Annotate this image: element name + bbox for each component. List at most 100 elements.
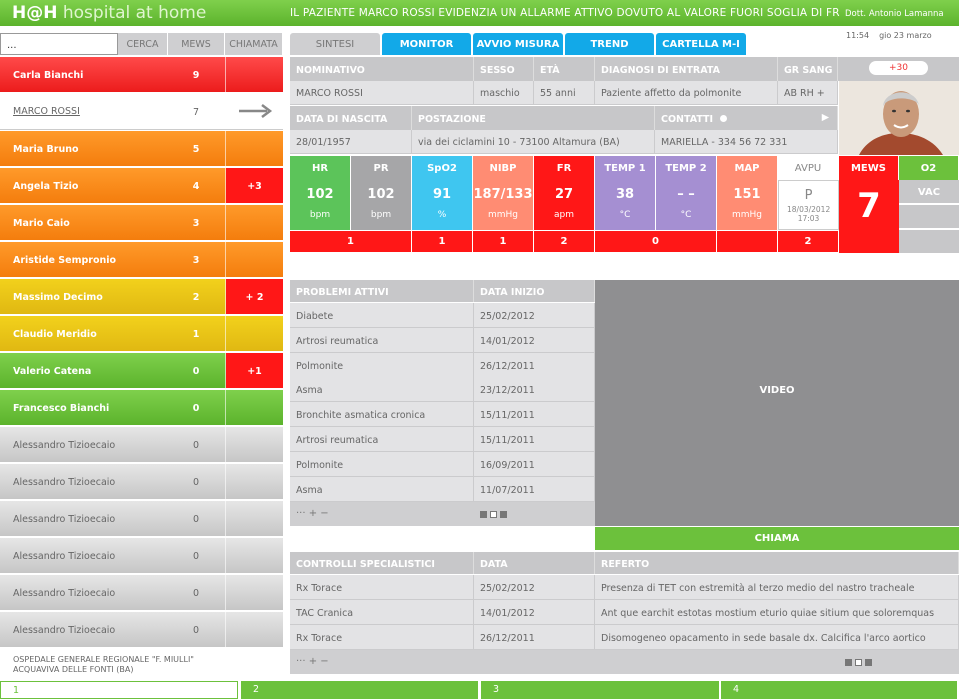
header-diagnosis: DIAGNOSI DI ENTRATA: [595, 57, 778, 81]
patient-row[interactable]: Mario Caio 3: [0, 205, 283, 241]
patient-name: Maria Bruno: [13, 144, 79, 155]
toolbar-actions[interactable]: ··· + −: [296, 656, 329, 667]
control-name[interactable]: Rx Torace: [290, 575, 474, 600]
tab-cartella[interactable]: CARTELLA M-I: [656, 33, 746, 55]
controls-date-header: DATA: [474, 552, 595, 574]
call-button[interactable]: CHIAMA: [595, 527, 959, 550]
patient-mews: 0: [192, 440, 200, 451]
alert-badge[interactable]: +30: [869, 61, 928, 75]
search-input[interactable]: ...: [0, 33, 118, 55]
patient-row[interactable]: Alessandro Tizioecaio 0: [0, 427, 283, 463]
o2-value: VAC: [899, 180, 959, 204]
patient-row[interactable]: Alessandro Tizioecaio 0: [0, 464, 283, 500]
patient-call[interactable]: [226, 612, 283, 647]
tab-monitor[interactable]: MONITOR: [382, 33, 471, 55]
patient-call[interactable]: + 2: [226, 279, 283, 314]
problem-name[interactable]: Polmonite: [290, 451, 474, 477]
patient-mews: 0: [192, 551, 200, 562]
patient-row[interactable]: Alessandro Tizioecaio 0: [0, 538, 283, 574]
tab-sintesi[interactable]: SINTESI: [290, 33, 380, 55]
patient-mews: 3: [192, 255, 200, 266]
controls-toolbar: ··· + −: [290, 650, 959, 674]
control-date: 26/12/2011: [474, 624, 595, 650]
patient-row[interactable]: Alessandro Tizioecaio 0: [0, 501, 283, 537]
patient-call[interactable]: [226, 242, 283, 277]
vital-value: 102 bpm: [290, 180, 351, 230]
mews-column-header[interactable]: MEWS: [168, 33, 225, 55]
problem-name[interactable]: Asma: [290, 377, 474, 403]
patient-call[interactable]: [226, 205, 283, 240]
control-date: 25/02/2012: [474, 575, 595, 600]
patient-row[interactable]: Maria Bruno 5: [0, 131, 283, 167]
patient-row[interactable]: Angela Tizio 4 +3: [0, 168, 283, 204]
arrow-right-icon[interactable]: [226, 94, 283, 129]
vital-unit: mmHg: [487, 210, 518, 220]
contacts-header[interactable]: CONTATTI ▶: [655, 106, 838, 130]
vital-score: 1: [412, 230, 473, 252]
pager-icon[interactable]: [845, 657, 875, 668]
vital-unit: 18/03/2012 17:03: [787, 205, 831, 223]
doctor-name[interactable]: Dott. Antonio Lamanna: [845, 9, 944, 19]
patient-call[interactable]: +3: [226, 168, 283, 203]
patient-row[interactable]: Claudio Meridio 1: [0, 316, 283, 352]
call-column-header[interactable]: CHIAMATA: [225, 33, 283, 55]
control-name[interactable]: Rx Torace: [290, 624, 474, 650]
video-panel[interactable]: VIDEO: [595, 280, 959, 526]
control-report: Disomogeneo opacamento in sede basale dx…: [595, 624, 959, 650]
problem-name[interactable]: Asma: [290, 476, 474, 502]
patient-call[interactable]: [226, 464, 283, 499]
patient-call[interactable]: [226, 501, 283, 536]
vital-number: 187/133: [473, 187, 533, 202]
problem-name[interactable]: Diabete: [290, 303, 474, 328]
patient-call[interactable]: [226, 131, 283, 166]
patient-mews: 7: [192, 107, 200, 118]
patient-name: Alessandro Tizioecaio: [13, 440, 116, 451]
hospital-name: OSPEDALE GENERALE REGIONALE "F. MIULLI" A…: [13, 655, 194, 674]
top-bar: H@H hospital at home IL PAZIENTE MARCO R…: [0, 0, 959, 26]
patient-call[interactable]: [226, 538, 283, 573]
bottom-tab-2[interactable]: 2: [241, 681, 480, 699]
patient-contact[interactable]: MARIELLA - 334 56 72 331: [655, 130, 838, 154]
search-button[interactable]: CERCA: [118, 33, 168, 55]
control-name[interactable]: TAC Cranica: [290, 599, 474, 625]
problem-date: 14/01/2012: [474, 327, 595, 353]
patient-row[interactable]: Valerio Catena 0 +1: [0, 353, 283, 389]
patient-call[interactable]: [226, 390, 283, 425]
problem-name[interactable]: Polmonite: [290, 352, 474, 378]
play-arrow-icon[interactable]: ▶: [822, 112, 829, 123]
pager-icon[interactable]: [480, 509, 510, 520]
problem-date: 15/11/2011: [474, 402, 595, 428]
patient-call[interactable]: [226, 316, 283, 351]
problem-name[interactable]: Bronchite asmatica cronica: [290, 402, 474, 428]
problem-name[interactable]: Artrosi reumatica: [290, 327, 474, 353]
patient-row[interactable]: Alessandro Tizioecaio 0: [0, 575, 283, 611]
patient-call[interactable]: [226, 57, 283, 92]
problem-date: 25/02/2012: [474, 303, 595, 328]
problems-header: PROBLEMI ATTIVI: [290, 280, 474, 302]
bottom-tab-4[interactable]: 4: [721, 681, 959, 699]
bottom-tab-1[interactable]: 1: [0, 681, 238, 699]
patient-row[interactable]: Massimo Decimo 2 + 2: [0, 279, 283, 315]
patient-row[interactable]: MARCO ROSSI 7: [0, 94, 283, 130]
tab-avvio-misura[interactable]: AVVIO MISURA: [473, 33, 563, 55]
patient-row[interactable]: Alessandro Tizioecaio 0: [0, 612, 283, 648]
vital-label: MAP: [717, 156, 778, 180]
problem-name[interactable]: Artrosi reumatica: [290, 427, 474, 452]
patient-row[interactable]: Carla Bianchi 9: [0, 57, 283, 93]
vital-unit: mmHg: [731, 210, 762, 220]
patient-birth: 28/01/1957: [290, 130, 412, 154]
control-report: Presenza di TET con estremità al terzo m…: [595, 575, 959, 600]
vital-label: FR: [534, 156, 595, 180]
patient-name: Alessandro Tizioecaio: [13, 551, 116, 562]
patient-row[interactable]: Aristide Sempronio 3: [0, 242, 283, 278]
patient-call[interactable]: [226, 575, 283, 610]
patient-call[interactable]: +1: [226, 353, 283, 388]
toolbar-actions[interactable]: ··· + −: [296, 508, 329, 519]
vital-number: 102: [367, 187, 395, 202]
patient-row[interactable]: Francesco Bianchi 0: [0, 390, 283, 426]
vital-number: 38: [615, 187, 635, 202]
tab-trend[interactable]: TREND: [565, 33, 654, 55]
mews-score: 7: [839, 180, 899, 253]
bottom-tab-3[interactable]: 3: [481, 681, 721, 699]
patient-call[interactable]: [226, 427, 283, 462]
